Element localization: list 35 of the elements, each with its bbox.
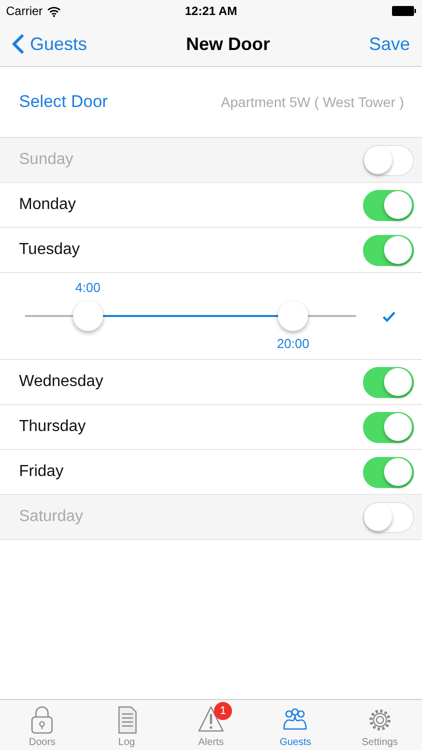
day-name: Sunday — [19, 151, 74, 169]
tab-item[interactable]: Settings — [338, 700, 422, 750]
slider-thumb[interactable] — [278, 301, 308, 331]
day-name: Tuesday — [19, 241, 80, 259]
back-button[interactable]: Guests — [12, 34, 88, 54]
chevron-left-icon — [12, 34, 24, 54]
day-name: Saturday — [19, 508, 84, 526]
slider-thumb[interactable] — [72, 301, 103, 331]
tab-item[interactable]: Log — [84, 700, 169, 750]
time-label: 20:00 — [276, 336, 310, 351]
screen-title: New Door — [186, 34, 270, 54]
toggle-switch[interactable] — [363, 366, 414, 398]
door-value: Apartment 5W ( West Tower ) — [220, 94, 404, 110]
toggle-switch[interactable] — [363, 502, 414, 532]
time-label: 4:00 — [75, 280, 101, 295]
toggle-switch[interactable] — [363, 456, 414, 488]
status-time: 12:21 AM — [184, 4, 238, 18]
toggle-switch[interactable] — [363, 190, 414, 220]
battery-icon — [392, 6, 416, 16]
tab-item[interactable]: 1 Alerts — [168, 700, 254, 750]
tab-item[interactable]: Doors — [0, 700, 84, 750]
toggle-switch[interactable] — [363, 234, 414, 266]
wifi-icon — [46, 6, 61, 16]
carrier-name: Carrier — [6, 4, 43, 18]
tab-item[interactable]: Guests — [253, 700, 338, 750]
toggle-switch[interactable] — [363, 144, 414, 176]
day-name: Monday — [19, 196, 76, 214]
toggle-switch[interactable] — [363, 412, 414, 442]
day-name: Thursday — [19, 418, 86, 436]
padlock-icon — [29, 705, 56, 735]
save-button[interactable]: Save — [368, 34, 410, 54]
notification-badge: 1 — [214, 702, 232, 720]
day-name: Wednesday — [19, 373, 104, 391]
day-name: Friday — [19, 463, 64, 481]
door-label: Select Door — [19, 92, 108, 112]
